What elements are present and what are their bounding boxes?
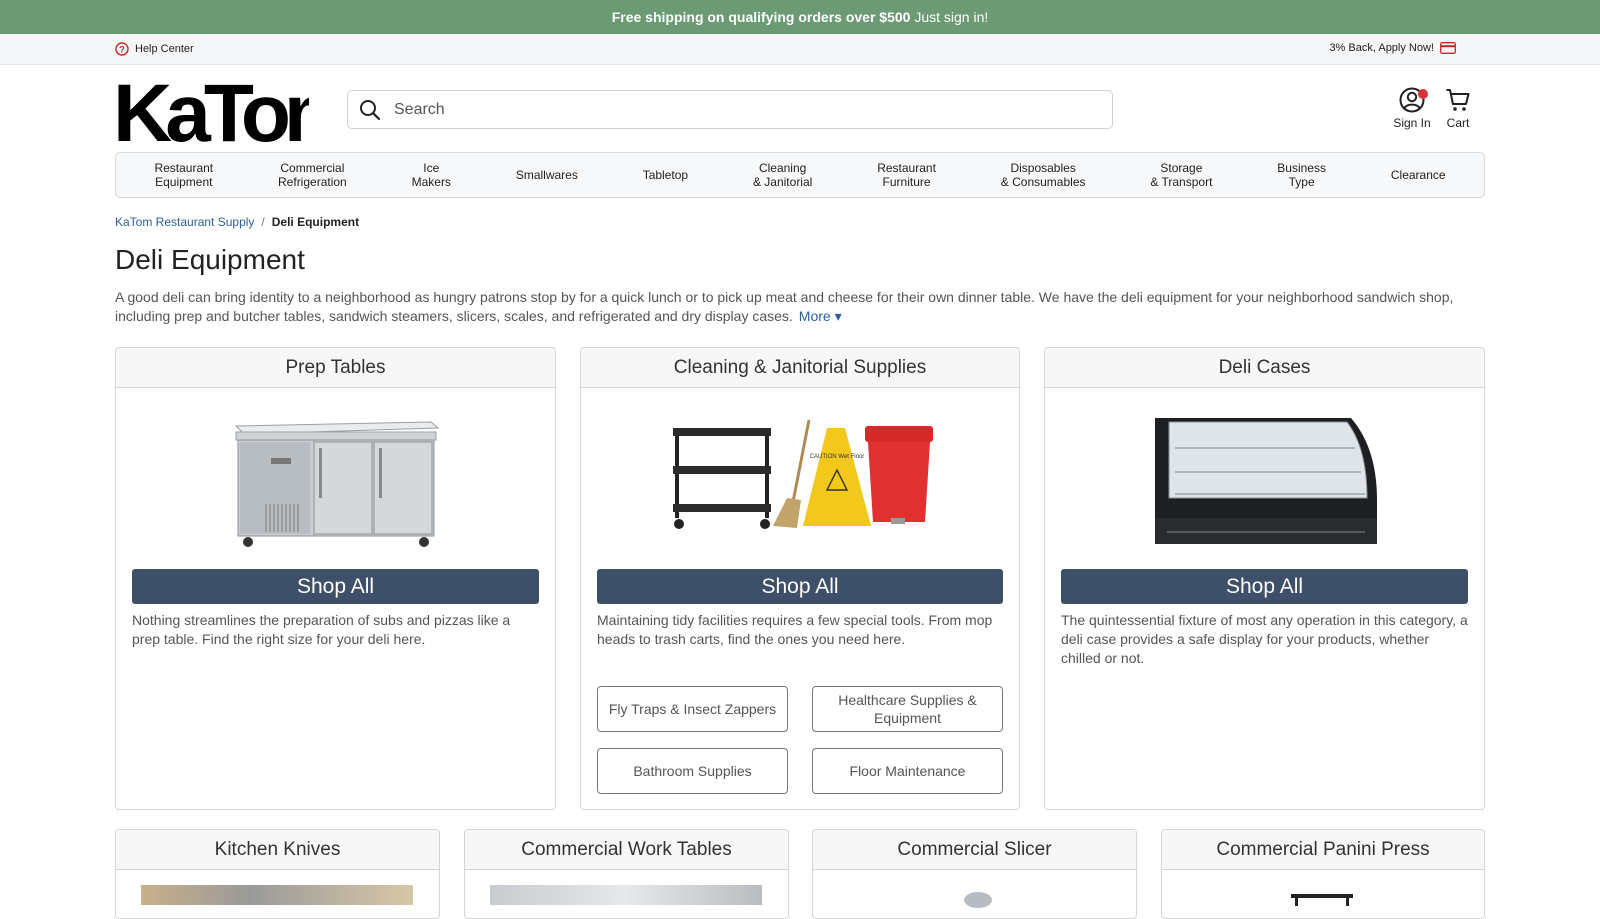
breadcrumb-current: Deli Equipment <box>271 215 360 229</box>
nav-item-commercial-refrigeration[interactable]: Commercial Refrigeration <box>278 161 347 189</box>
prep-table-image[interactable] <box>226 408 446 550</box>
nav-item-business-type[interactable]: Business Type <box>1277 161 1326 189</box>
nav-label: Tabletop <box>642 168 689 182</box>
nav-label: Disposables <box>1010 161 1076 175</box>
credit-card-icon <box>1440 42 1456 54</box>
breadcrumb: KaTom Restaurant Supply / Deli Equipment <box>115 215 359 229</box>
svg-text:KaTom: KaTom <box>115 73 309 145</box>
category-card-prep-tables: Prep Tables Shop All Nothing streamlines… <box>115 347 556 810</box>
janitorial-supplies-image[interactable]: CAUTION Wet Floor <box>669 418 934 533</box>
nav-label: Storage <box>1160 161 1203 175</box>
card-description: The quintessential fixture of most any o… <box>1061 612 1468 666</box>
nav-label: Smallwares <box>515 168 578 182</box>
subcategory-floor-maintenance[interactable]: Floor Maintenance <box>812 748 1003 794</box>
nav-label: Clearance <box>1390 168 1446 182</box>
nav-item-smallwares[interactable]: Smallwares <box>516 168 578 182</box>
nav-item-ice-makers[interactable]: Ice Makers <box>412 161 451 189</box>
category-card-commercial-panini-press: Commercial Panini Press <box>1161 829 1485 919</box>
card-title[interactable]: Commercial Slicer <box>813 830 1136 870</box>
help-center-link[interactable]: ? Help Center <box>115 42 194 56</box>
category-card-kitchen-knives: Kitchen Knives <box>115 829 440 919</box>
nav-item-storage-transport[interactable]: Storage & Transport <box>1150 161 1212 189</box>
nav-label: Cleaning <box>758 161 807 175</box>
more-toggle[interactable]: More ▾ <box>799 308 842 324</box>
nav-label: & Transport <box>1150 175 1213 189</box>
kitchen-knives-image[interactable] <box>141 885 413 905</box>
nav-label: Makers <box>411 175 451 189</box>
page-intro: A good deli can bring identity to a neig… <box>115 288 1495 326</box>
nav-label: Ice <box>423 161 440 175</box>
sign-in-label: Sign In <box>1393 116 1431 130</box>
nav-label: Restaurant <box>877 161 936 175</box>
search-icon[interactable] <box>358 98 382 122</box>
nav-label: Type <box>1288 175 1315 189</box>
nav-label: Furniture <box>882 175 931 189</box>
katom-logo[interactable]: KaTom <box>115 73 309 145</box>
search-bar[interactable] <box>347 90 1113 129</box>
category-card-cleaning-janitorial: Cleaning & Janitorial Supplies CAUTION W… <box>580 347 1020 810</box>
intro-text: A good deli can bring identity to a neig… <box>115 289 1454 324</box>
card-title[interactable]: Kitchen Knives <box>116 830 439 870</box>
notification-badge <box>1418 89 1428 99</box>
nav-label: & Consumables <box>1000 175 1086 189</box>
breadcrumb-separator: / <box>261 215 265 229</box>
page-title: Deli Equipment <box>115 244 305 275</box>
svg-text:?: ? <box>119 45 125 55</box>
nav-item-disposables-consumables[interactable]: Disposables & Consumables <box>1001 161 1086 189</box>
panini-press-image[interactable] <box>1287 888 1357 908</box>
credit-offer-link[interactable]: 3% Back, Apply Now! <box>1329 42 1456 54</box>
nav-label: Business <box>1277 161 1326 175</box>
nav-label: Equipment <box>155 175 213 189</box>
category-card-deli-cases: Deli Cases Shop All The quintessential f… <box>1044 347 1485 810</box>
nav-item-tabletop[interactable]: Tabletop <box>643 168 688 182</box>
cart-label: Cart <box>1446 116 1470 130</box>
credit-offer-label: 3% Back, Apply Now! <box>1329 42 1434 54</box>
card-description: Maintaining tidy facilities requires a f… <box>597 612 993 647</box>
cart-button[interactable]: Cart <box>1443 87 1473 130</box>
search-input[interactable] <box>394 100 1094 119</box>
category-card-commercial-work-tables: Commercial Work Tables <box>464 829 789 919</box>
shop-all-button[interactable]: Shop All <box>597 569 1003 604</box>
category-card-commercial-slicer: Commercial Slicer <box>812 829 1137 919</box>
nav-item-clearance[interactable]: Clearance <box>1391 168 1446 182</box>
nav-label: & Janitorial <box>752 175 813 189</box>
breadcrumb-home-link[interactable]: KaTom Restaurant Supply <box>115 215 254 229</box>
card-title[interactable]: Commercial Panini Press <box>1162 830 1484 870</box>
card-title[interactable]: Prep Tables <box>116 348 555 388</box>
card-title[interactable]: Cleaning & Janitorial Supplies <box>581 348 1019 388</box>
work-tables-image[interactable] <box>490 885 762 905</box>
help-icon: ? <box>115 42 129 56</box>
promo-banner: Free shipping on qualifying orders over … <box>0 0 1600 34</box>
deli-case-image[interactable] <box>1151 408 1379 550</box>
nav-item-restaurant-furniture[interactable]: Restaurant Furniture <box>877 161 936 189</box>
slicer-image[interactable] <box>958 888 998 908</box>
sign-in-button[interactable]: Sign In <box>1388 87 1436 130</box>
shop-all-button[interactable]: Shop All <box>132 569 539 604</box>
subcategory-bathroom-supplies[interactable]: Bathroom Supplies <box>597 748 788 794</box>
shop-all-button[interactable]: Shop All <box>1061 569 1468 604</box>
help-center-label: Help Center <box>135 43 194 55</box>
svg-text:CAUTION Wet Floor: CAUTION Wet Floor <box>810 454 865 460</box>
nav-label: Commercial <box>280 161 345 175</box>
card-title[interactable]: Deli Cases <box>1045 348 1484 388</box>
utility-bar: ? Help Center 3% Back, Apply Now! <box>0 34 1600 65</box>
promo-bold: Free shipping on qualifying orders over … <box>611 9 911 25</box>
site-header: KaTom Sign In Cart <box>0 65 1600 153</box>
subcategory-fly-traps[interactable]: Fly Traps & Insect Zappers <box>597 686 788 732</box>
nav-item-restaurant-equipment[interactable]: Restaurant Equipment <box>154 161 213 189</box>
category-nav: Restaurant Equipment Commercial Refrigerat… <box>115 152 1485 198</box>
nav-item-cleaning-janitorial[interactable]: Cleaning & Janitorial <box>753 161 812 189</box>
card-description: Nothing streamlines the preparation of s… <box>132 612 511 647</box>
promo-rest: Just sign in! <box>910 9 989 25</box>
card-title[interactable]: Commercial Work Tables <box>465 830 788 870</box>
nav-label: Refrigeration <box>278 175 347 189</box>
nav-label: Restaurant <box>154 161 214 175</box>
subcategory-healthcare-supplies[interactable]: Healthcare Supplies & Equipment <box>812 686 1003 732</box>
cart-icon <box>1446 89 1470 111</box>
